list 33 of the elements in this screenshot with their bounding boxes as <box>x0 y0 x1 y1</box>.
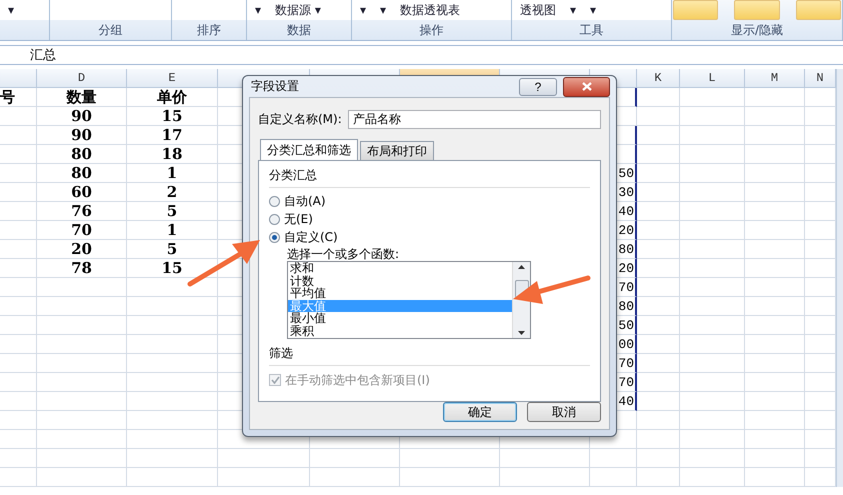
group-label: 排序 <box>197 22 221 38</box>
table-cell: 76 <box>37 202 127 221</box>
table-cell: 2 <box>127 183 218 202</box>
group-label: 数据 <box>287 22 311 38</box>
group-label: 分组 <box>98 22 122 38</box>
table-cell: 17 <box>127 126 218 145</box>
table-cell: 15 <box>127 107 218 126</box>
table-cell: 数量 <box>37 88 127 107</box>
table-cell: 1 <box>127 221 218 240</box>
group-label: 操作 <box>420 22 444 38</box>
table-cell: 80 <box>37 164 127 183</box>
table-cell: 90 <box>37 107 127 126</box>
table-cell: 70 <box>37 221 127 240</box>
table-cell: 号 <box>0 88 37 107</box>
section-heading: 分类汇总 <box>269 167 318 184</box>
list-label: 选择一个或多个函数: <box>287 246 400 261</box>
section-heading: 筛选 <box>269 345 294 362</box>
dialog-title: 字段设置 <box>251 78 299 95</box>
table-cell: 18 <box>127 145 218 164</box>
table-cell: 5 <box>127 240 218 259</box>
table-cell: 90 <box>37 126 127 145</box>
table-cell: 20 <box>37 240 127 259</box>
table-cell: 5 <box>127 202 218 221</box>
table-cell: 80 <box>37 145 127 164</box>
table-cell: 1 <box>127 164 218 183</box>
field-label: 自定义名称(M): <box>258 111 342 128</box>
group-label: 显示/隐藏 <box>730 22 784 38</box>
table-cell: 单价 <box>127 88 218 107</box>
table-cell: 60 <box>37 183 127 202</box>
table-cell: 15 <box>127 259 218 278</box>
table-cell: 78 <box>37 259 127 278</box>
group-label: 工具 <box>580 22 604 38</box>
formula-text: 汇总 <box>30 47 56 64</box>
